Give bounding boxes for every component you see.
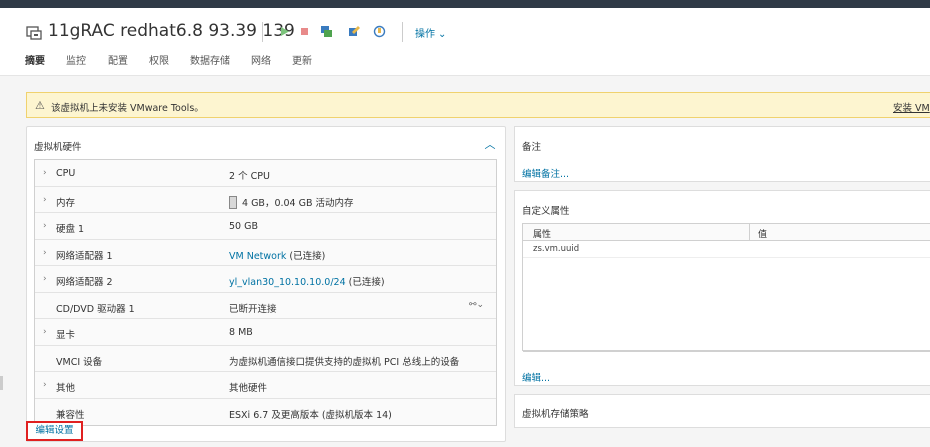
hardware-value-wrap: yl_vlan30_10.10.10.0/24 (已连接) [229, 274, 385, 288]
left-panel-edge [0, 376, 3, 390]
hardware-value-wrap: 4 GB，0.04 GB 活动内存 [229, 195, 354, 209]
cdrom-connect-menu[interactable]: ⚯⌄ [469, 300, 484, 310]
hardware-value: 已断开连接 [229, 303, 277, 315]
network-link[interactable]: VM Network [229, 251, 286, 262]
hardware-label: 硬盘 1 [56, 224, 85, 235]
network-link[interactable]: yl_vlan30_10.10.10.0/24 [229, 277, 346, 288]
vm-icon [26, 26, 42, 40]
subheader-strip [0, 66, 930, 76]
chevron-right-icon[interactable]: › [43, 195, 47, 205]
hardware-value: 4 GB，0.04 GB 活动内存 [242, 197, 354, 209]
hardware-value: 8 MB [229, 327, 253, 338]
hardware-label: 其他 [56, 383, 76, 394]
edit-icon[interactable] [348, 25, 361, 38]
chevron-down-icon: ⌄ [476, 299, 485, 310]
table-header: 属性 值 [523, 224, 930, 241]
hardware-value: ESXi 6.7 及更高版本 (虚拟机版本 14) [229, 409, 392, 421]
column-header-attribute[interactable]: 属性 [533, 227, 551, 240]
hardware-value: 其他硬件 [229, 383, 268, 394]
custom-attributes-table: 属性 值 zs.vm.uuid [522, 223, 930, 352]
chevron-down-icon: ⌄ [438, 29, 447, 40]
chevron-right-icon[interactable]: › [43, 274, 47, 284]
hardware-row-cpu: › CPU 2 个 CPU [35, 160, 496, 187]
column-divider[interactable] [749, 224, 750, 241]
network-status: (已连接) [345, 277, 385, 288]
hardware-label: 内存 [56, 197, 76, 209]
tab-permissions[interactable]: 权限 [149, 52, 169, 67]
vm-hardware-card: 虚拟机硬件 ︿ › CPU 2 个 CPU › 内存 4 GB，0.04 GB … [26, 126, 506, 442]
hardware-label: 显卡 [56, 330, 76, 341]
chevron-right-icon[interactable]: › [43, 380, 47, 390]
storage-policy-title: 虚拟机存储策略 [522, 409, 589, 420]
hardware-label: 网络适配器 2 [56, 277, 113, 288]
alert-message: 该虚拟机上未安装 VMware Tools。 [51, 103, 204, 114]
network-status: (已连接) [286, 250, 326, 262]
hardware-value: 50 GB [229, 221, 258, 232]
attribute-name: zs.vm.uuid [533, 244, 580, 254]
vmware-tools-alert: ⚠ 该虚拟机上未安装 VMware Tools。 安装 VM [26, 92, 930, 118]
hardware-label: 网络适配器 1 [56, 250, 113, 262]
table-footer [523, 351, 930, 352]
column-header-value[interactable]: 值 [758, 227, 767, 240]
chevron-right-icon[interactable]: › [43, 327, 47, 337]
chevron-up-icon[interactable]: ︿ [483, 136, 497, 151]
hardware-label: 兼容性 [56, 409, 85, 421]
tab-updates[interactable]: 更新 [292, 52, 312, 67]
hardware-row-vmci: VMCI 设备 为虚拟机通信接口提供支持的虚拟机 PCI 总线上的设备 [35, 345, 496, 372]
tab-networks[interactable]: 网络 [251, 52, 271, 67]
edit-settings-link[interactable]: 编辑设置 [26, 421, 83, 441]
vm-hardware-table: › CPU 2 个 CPU › 内存 4 GB，0.04 GB 活动内存 › 硬… [34, 159, 497, 426]
vm-hardware-title: 虚拟机硬件 [34, 142, 82, 153]
console-icon[interactable] [320, 25, 333, 38]
table-row[interactable]: zs.vm.uuid [523, 241, 930, 258]
hardware-label: CPU [56, 168, 76, 179]
hardware-row-disk: › 硬盘 1 50 GB [35, 213, 496, 240]
hardware-row-video: › 显卡 8 MB [35, 319, 496, 346]
custom-attributes-title: 自定义属性 [522, 206, 570, 217]
chevron-right-icon[interactable]: › [43, 248, 47, 258]
custom-attributes-card: 自定义属性 属性 值 zs.vm.uuid 编辑... [514, 190, 930, 386]
tab-monitor[interactable]: 监控 [66, 52, 86, 67]
power-off-icon[interactable] [298, 25, 311, 38]
hardware-value-wrap: VM Network (已连接) [229, 248, 325, 262]
hardware-label: CD/DVD 驱动器 1 [56, 303, 135, 315]
snapshot-icon[interactable] [373, 25, 386, 38]
power-on-icon[interactable] [278, 25, 291, 38]
edit-notes-link[interactable]: 编辑备注... [522, 166, 569, 180]
toolbar-divider [402, 22, 403, 42]
hardware-row-cdrom: CD/DVD 驱动器 1 已断开连接 ⚯⌄ [35, 292, 496, 319]
install-vmware-tools-link[interactable]: 安装 VM [893, 100, 930, 114]
hardware-row-memory: › 内存 4 GB，0.04 GB 活动内存 [35, 186, 496, 213]
notes-title: 备注 [522, 142, 542, 153]
hardware-value: 为虚拟机通信接口提供支持的虚拟机 PCI 总线上的设备 [229, 356, 460, 368]
top-bar [0, 0, 930, 8]
warning-icon: ⚠ [35, 99, 45, 112]
hardware-row-network-2: › 网络适配器 2 yl_vlan30_10.10.10.0/24 (已连接) [35, 266, 496, 293]
connect-icon: ⚯ [469, 299, 477, 310]
page-title: 11gRAC redhat6.8 93.39 139 [48, 21, 295, 41]
memory-usage-icon [229, 195, 237, 209]
actions-label: 操作 [415, 29, 435, 40]
hardware-label: VMCI 设备 [56, 356, 103, 368]
chevron-right-icon[interactable]: › [43, 221, 47, 231]
tab-summary[interactable]: 摘要 [25, 52, 45, 72]
chevron-right-icon[interactable]: › [43, 168, 47, 178]
edit-attributes-link[interactable]: 编辑... [522, 370, 550, 384]
hardware-value: 2 个 CPU [229, 171, 270, 182]
notes-card: 备注 编辑备注... [514, 126, 930, 182]
tab-datastores[interactable]: 数据存储 [190, 52, 230, 67]
actions-menu[interactable]: 操作 ⌄ [415, 25, 446, 40]
hardware-row-network-1: › 网络适配器 1 VM Network (已连接) [35, 239, 496, 266]
storage-policy-card: 虚拟机存储策略 [514, 394, 930, 428]
hardware-row-compatibility: 兼容性 ESXi 6.7 及更高版本 (虚拟机版本 14) [35, 398, 496, 425]
hardware-row-other: › 其他 其他硬件 [35, 372, 496, 399]
tab-configure[interactable]: 配置 [108, 52, 128, 67]
toolbar-divider [262, 22, 263, 42]
